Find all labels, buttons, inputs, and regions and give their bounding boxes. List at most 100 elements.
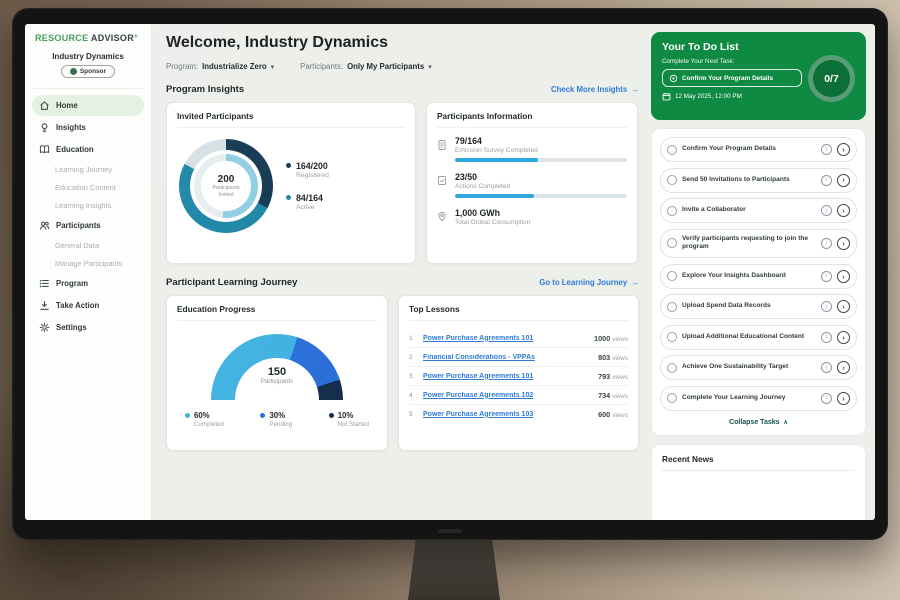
info-icon[interactable]: i (821, 144, 832, 155)
download-icon (39, 300, 50, 311)
active-label: Active (296, 204, 323, 211)
check-more-insights-link[interactable]: Check More Insights → (551, 85, 639, 94)
sidebar-item-participants[interactable]: Participants (32, 215, 144, 236)
sidebar-item-manage-participants[interactable]: Manage Participants (32, 255, 144, 272)
sidebar-item-label: Participants (56, 221, 101, 230)
sidebar-item-learning-insights[interactable]: Learning Insights (32, 197, 144, 214)
sidebar-item-label: Manage Participants (55, 259, 122, 268)
chevron-right-icon[interactable]: › (837, 237, 850, 250)
registered-label: Registered (296, 172, 329, 179)
sidebar-item-label: Education (56, 145, 94, 154)
sidebar-item-general-data[interactable]: General Data (32, 237, 144, 254)
task-checkbox[interactable] (667, 363, 677, 373)
info-icon[interactable]: i (821, 271, 832, 282)
active-value: 84/164 (296, 193, 323, 203)
go-to-learning-journey-label: Go to Learning Journey (539, 278, 627, 287)
legend-item-registered: 164/200 Registered (286, 161, 329, 179)
task-label: Upload Spend Data Records (682, 302, 816, 311)
task-checkbox[interactable] (667, 145, 677, 155)
task-label: Achieve One Sustainability Target (682, 363, 816, 372)
task-item-complete-learning-journey[interactable]: Complete Your Learning Journey i › (660, 386, 857, 411)
task-item-upload-educational-content[interactable]: Upload Additional Educational Content i … (660, 325, 857, 350)
sidebar-item-learning-journey[interactable]: Learning Journey (32, 161, 144, 178)
participants-filter-dropdown[interactable]: Participants: Only My Participants ▾ (300, 62, 432, 71)
task-checkbox[interactable] (667, 175, 677, 185)
gauge-legend: 60% Completed 30% Pending (177, 400, 377, 428)
lesson-link[interactable]: Power Purchase Agreements 103 (423, 411, 591, 418)
task-item-confirm-program[interactable]: Confirm Your Program Details i › (660, 137, 857, 162)
list-icon (39, 278, 50, 289)
emission-survey-label: Emission Survey Completed (455, 147, 627, 154)
collapse-tasks-link[interactable]: Collapse Tasks ∧ (660, 416, 857, 427)
task-item-achieve-target[interactable]: Achieve One Sustainability Target i › (660, 355, 857, 380)
sidebar-item-label: Home (56, 101, 78, 110)
chevron-right-icon[interactable]: › (837, 300, 850, 313)
gear-icon (39, 322, 50, 333)
pin-icon (437, 208, 448, 227)
lesson-views: 600views (598, 410, 628, 419)
legend-item-completed: 60% Completed (185, 411, 224, 428)
legend-dot (185, 413, 190, 418)
info-icon[interactable]: i (821, 332, 832, 343)
task-checkbox[interactable] (667, 271, 677, 281)
chevron-right-icon[interactable]: › (837, 361, 850, 374)
program-insights-cards: Invited Participants 200 Participants In… (166, 102, 639, 264)
task-label: Verify participants requesting to join t… (682, 235, 816, 253)
task-checkbox[interactable] (667, 238, 677, 248)
task-checkbox[interactable] (667, 393, 677, 403)
sidebar-item-settings[interactable]: Settings (32, 317, 144, 338)
sidebar-item-education-content[interactable]: Education Content (32, 179, 144, 196)
recent-news-card: Recent News (651, 444, 866, 520)
task-checkbox[interactable] (667, 332, 677, 342)
completed-value: 60% (194, 411, 224, 420)
lesson-rank: 2 (409, 354, 416, 361)
program-filter-value: Industrialize Zero (202, 62, 267, 71)
info-icon[interactable]: i (821, 301, 832, 312)
sidebar-item-take-action[interactable]: Take Action (32, 295, 144, 316)
task-item-invite-collaborator[interactable]: Invite a Collaborator i › (660, 198, 857, 223)
sidebar-item-insights[interactable]: Insights (32, 117, 144, 138)
info-icon[interactable]: i (821, 175, 832, 186)
lesson-link[interactable]: Financial Considerations - VPPAs (423, 354, 591, 361)
chevron-right-icon[interactable]: › (837, 270, 850, 283)
task-item-verify-participants[interactable]: Verify participants requesting to join t… (660, 229, 857, 259)
pending-value: 30% (269, 411, 292, 420)
chevron-right-icon[interactable]: › (837, 143, 850, 156)
sidebar-item-program[interactable]: Program (32, 273, 144, 294)
task-item-send-invitations[interactable]: Send 50 Invitations to Participants i › (660, 168, 857, 193)
lesson-row-2: 2 Financial Considerations - VPPAs 803vi… (409, 348, 628, 367)
sidebar-menu: Home Insights Education Learning Journey… (32, 95, 144, 338)
info-icon[interactable]: i (821, 393, 832, 404)
lesson-link[interactable]: Power Purchase Agreements 102 (423, 392, 591, 399)
info-icon[interactable]: i (821, 238, 832, 249)
lesson-link[interactable]: Power Purchase Agreements 101 (423, 335, 587, 342)
sidebar-item-label: Insights (56, 123, 86, 132)
chevron-right-icon[interactable]: › (837, 392, 850, 405)
learning-journey-title: Participant Learning Journey (166, 277, 297, 288)
go-to-learning-journey-link[interactable]: Go to Learning Journey → (539, 278, 639, 287)
collapse-tasks-label: Collapse Tasks (729, 419, 779, 426)
lesson-rank: 3 (409, 373, 416, 380)
todo-title: Your To Do List (662, 41, 855, 53)
chevron-right-icon[interactable]: › (837, 174, 850, 187)
sidebar-item-education[interactable]: Education (32, 139, 144, 160)
lightbulb-icon (39, 122, 50, 133)
progress-fill (455, 158, 538, 162)
task-checkbox[interactable] (667, 206, 677, 216)
task-checkbox[interactable] (667, 302, 677, 312)
chevron-right-icon[interactable]: › (837, 331, 850, 344)
sidebar-item-home[interactable]: Home (32, 95, 144, 116)
lesson-link[interactable]: Power Purchase Agreements 101 (423, 373, 591, 380)
chevron-right-icon[interactable]: › (837, 204, 850, 217)
info-icon[interactable]: i (821, 362, 832, 373)
check-more-insights-label: Check More Insights (551, 85, 627, 94)
task-item-upload-spend-data[interactable]: Upload Spend Data Records i › (660, 294, 857, 319)
next-task-pill[interactable]: Confirm Your Program Details (662, 69, 802, 87)
info-icon[interactable]: i (821, 205, 832, 216)
sponsor-badge[interactable]: Sponsor (61, 65, 115, 78)
task-item-explore-insights[interactable]: Explore Your Insights Dashboard i › (660, 264, 857, 289)
invited-participants-card: Invited Participants 200 Participants In… (166, 102, 416, 264)
todo-column: Your To Do List Complete Your Next Task:… (651, 24, 875, 520)
program-filter-dropdown[interactable]: Program: Industrialize Zero ▾ (166, 62, 274, 71)
stat-global-consumption: 1,000 GWh Total Global Consumption (437, 208, 627, 227)
